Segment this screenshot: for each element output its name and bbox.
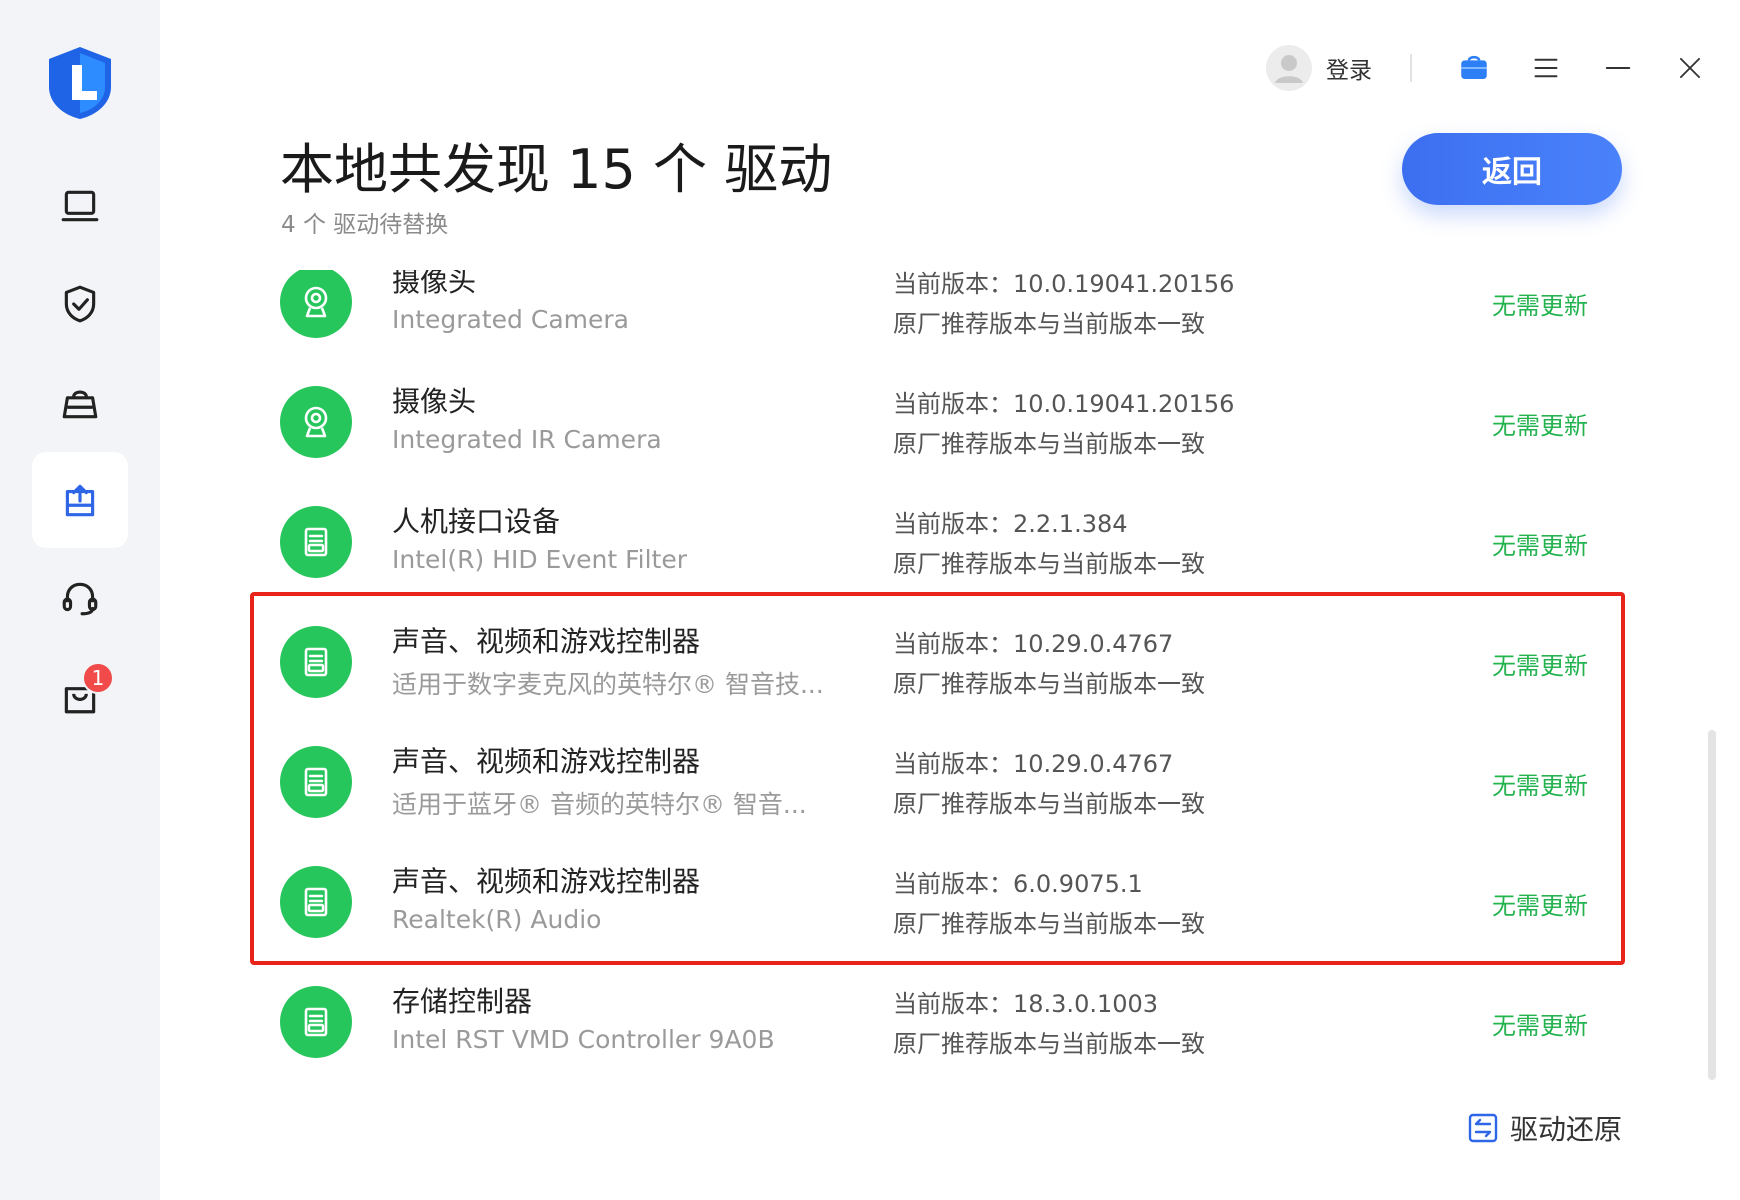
driver-model: 适用于数字麦克风的英特尔® 智音技... bbox=[392, 670, 824, 699]
driver-name: 存储控制器 bbox=[392, 985, 533, 1018]
driver-icon bbox=[280, 986, 352, 1058]
driver-version: 当前版本：10.0.19041.20156 bbox=[893, 270, 1235, 298]
driver-note: 原厂推荐版本与当前版本一致 bbox=[893, 670, 1205, 698]
page-subtitle: 4 个 驱动待替换 bbox=[281, 212, 449, 238]
toolbox-icon bbox=[62, 390, 98, 419]
minimize-icon bbox=[1605, 67, 1631, 69]
driver-row[interactable]: 声音、视频和游戏控制器适用于数字麦克风的英特尔® 智音技... 当前版本：10.2… bbox=[160, 602, 1700, 722]
driver-version: 当前版本：6.0.9075.1 bbox=[893, 870, 1143, 898]
driver-note: 原厂推荐版本与当前版本一致 bbox=[893, 550, 1205, 578]
divider bbox=[1410, 54, 1412, 82]
driver-note: 原厂推荐版本与当前版本一致 bbox=[893, 310, 1205, 338]
driver-name: 摄像头 bbox=[392, 385, 477, 418]
driver-list: 摄像头 Integrated Camera 当前版本：10.0.19041.2015… bbox=[160, 270, 1700, 1070]
driver-row[interactable]: 摄像头 Integrated Camera 当前版本：10.0.19041.2015… bbox=[160, 270, 1700, 362]
headset-icon bbox=[62, 582, 98, 616]
restore-icon bbox=[1468, 1113, 1498, 1143]
nav-toolbox[interactable] bbox=[32, 354, 128, 450]
title-bar: 登录 bbox=[1266, 40, 1710, 96]
scrollbar[interactable] bbox=[1708, 730, 1716, 1080]
login-link[interactable]: 登录 bbox=[1326, 51, 1372, 85]
driver-name: 声音、视频和游戏控制器 bbox=[392, 625, 701, 658]
minimize-button[interactable] bbox=[1598, 48, 1638, 88]
driver-model: Intel(R) HID Event Filter bbox=[392, 545, 688, 574]
driver-note: 原厂推荐版本与当前版本一致 bbox=[893, 430, 1205, 458]
shield-check-icon bbox=[64, 285, 96, 323]
driver-model: Realtek(R) Audio bbox=[392, 905, 602, 934]
driver-version: 当前版本：2.2.1.384 bbox=[893, 510, 1128, 538]
driver-note: 原厂推荐版本与当前版本一致 bbox=[893, 910, 1205, 938]
driver-status: 无需更新 bbox=[1492, 532, 1588, 560]
driver-status: 无需更新 bbox=[1492, 652, 1588, 680]
driver-icon bbox=[280, 626, 352, 698]
driver-version: 当前版本：18.3.0.1003 bbox=[893, 990, 1159, 1018]
driver-status: 无需更新 bbox=[1492, 892, 1588, 920]
back-button[interactable]: 返回 bbox=[1402, 133, 1622, 205]
close-button[interactable] bbox=[1670, 48, 1710, 88]
driver-icon bbox=[280, 866, 352, 938]
sidebar: 1 bbox=[0, 0, 160, 1200]
driver-status: 无需更新 bbox=[1492, 772, 1588, 800]
driver-model: Integrated Camera bbox=[392, 305, 629, 334]
driver-icon bbox=[280, 746, 352, 818]
laptop-icon bbox=[61, 190, 99, 222]
driver-upload-icon bbox=[65, 484, 95, 517]
driver-row[interactable]: 摄像头 Integrated IR Camera 当前版本：10.0.19041.2… bbox=[160, 362, 1700, 482]
driver-model: 适用于蓝牙® 音频的英特尔® 智音... bbox=[392, 790, 807, 819]
driver-icon bbox=[280, 506, 352, 578]
nav-driver[interactable] bbox=[32, 452, 128, 548]
driver-list-content: 摄像头 Integrated Camera 当前版本：10.0.19041.2015… bbox=[160, 270, 1700, 1070]
briefcase-icon bbox=[1461, 55, 1487, 80]
driver-version: 当前版本：10.29.0.4767 bbox=[893, 630, 1174, 658]
nav-hardware[interactable] bbox=[32, 158, 128, 254]
driver-row[interactable]: 存储控制器 Intel RST VMD Controller 9A0B 当前版本：1… bbox=[160, 962, 1700, 1070]
driver-row[interactable]: 声音、视频和游戏控制器 Realtek(R) Audio 当前版本：6.0.9075… bbox=[160, 842, 1700, 962]
nav-support[interactable] bbox=[32, 550, 128, 646]
driver-status: 无需更新 bbox=[1492, 1012, 1588, 1040]
driver-name: 声音、视频和游戏控制器 bbox=[392, 745, 701, 778]
driver-name: 声音、视频和游戏控制器 bbox=[392, 865, 701, 898]
driver-model: Integrated IR Camera bbox=[392, 425, 662, 454]
driver-name: 摄像头 bbox=[392, 270, 477, 298]
menu-icon bbox=[1534, 58, 1558, 78]
menu-button[interactable] bbox=[1526, 48, 1566, 88]
avatar[interactable] bbox=[1266, 45, 1312, 91]
driver-note: 原厂推荐版本与当前版本一致 bbox=[893, 1030, 1205, 1058]
driver-row[interactable]: 声音、视频和游戏控制器适用于蓝牙® 音频的英特尔® 智音... 当前版本：10.2… bbox=[160, 722, 1700, 842]
driver-version: 当前版本：10.29.0.4767 bbox=[893, 750, 1174, 778]
driver-model: Intel RST VMD Controller 9A0B bbox=[392, 1025, 775, 1054]
driver-status: 无需更新 bbox=[1492, 412, 1588, 440]
notification-badge: 1 bbox=[82, 662, 114, 694]
user-icon bbox=[1275, 55, 1303, 83]
nav-store[interactable]: 1 bbox=[32, 648, 128, 744]
webcam-icon bbox=[280, 386, 352, 458]
driver-status: 无需更新 bbox=[1492, 292, 1588, 320]
app-logo-icon bbox=[45, 45, 115, 120]
driver-row[interactable]: 人机接口设备 Intel(R) HID Event Filter 当前版本：2.2.… bbox=[160, 482, 1700, 602]
page-title: 本地共发现 15 个 驱动 bbox=[280, 138, 833, 201]
webcam-icon bbox=[280, 270, 352, 338]
driver-name: 人机接口设备 bbox=[392, 505, 561, 538]
close-icon bbox=[1679, 57, 1701, 79]
driver-restore-label: 驱动还原 bbox=[1510, 1113, 1623, 1146]
nav-security[interactable] bbox=[32, 256, 128, 352]
driver-version: 当前版本：10.0.19041.20156 bbox=[893, 390, 1235, 418]
toolkit-button[interactable] bbox=[1454, 48, 1494, 88]
driver-restore-button[interactable]: 驱动还原 bbox=[1468, 1108, 1622, 1148]
driver-note: 原厂推荐版本与当前版本一致 bbox=[893, 790, 1205, 818]
